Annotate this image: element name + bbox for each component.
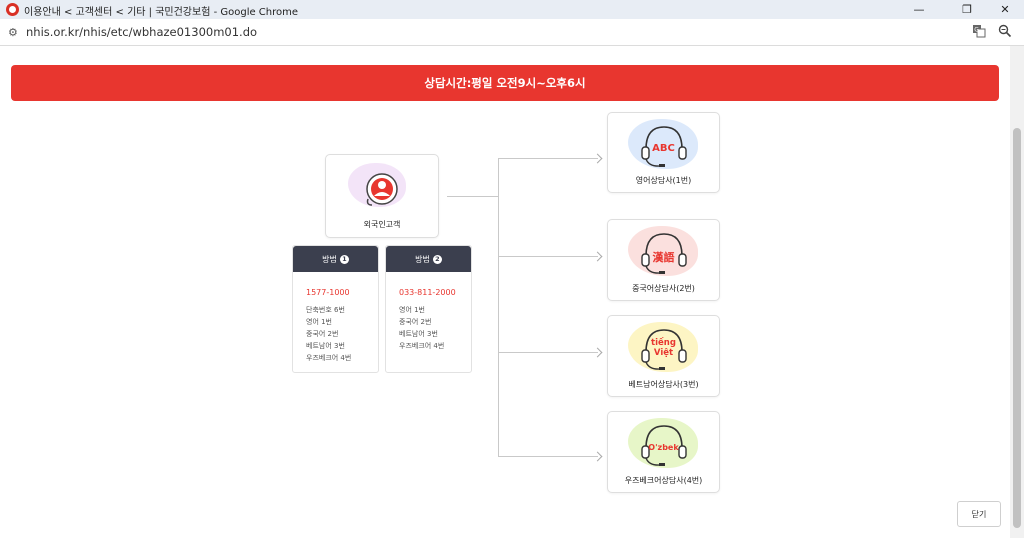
english-badge: ABC [652,143,675,154]
customer-phone-icon [366,173,398,206]
scrollbar-thumb[interactable] [1013,128,1021,528]
list-item: 중국어 2번 [306,330,339,338]
method-2-card: 방법 2 033-811-2000 영어 1번 중국어 2번 베트남어 3번 우즈… [385,245,472,373]
method-1-options: 단축번호 6번 영어 1번 중국어 2번 베트남어 3번 우즈베크어 4번 [306,304,378,364]
customer-label: 외국인고객 [363,220,401,229]
page-content: 상담시간:평일 오전9시~오후6시 외국인고객 방법 1 1577-1000 단축… [0,46,1010,538]
list-item: 우즈베크어 4번 [399,342,445,350]
customer-card: 외국인고객 [325,154,439,238]
uzbek-counselor-card: O'zbek 우즈베크어상담사(4번) [607,411,720,493]
arrow-icon [592,251,603,262]
restore-button[interactable]: ❐ [952,0,982,19]
list-item: 베트남어 3번 [399,330,438,338]
vietnamese-badge-line1: tiếng [651,338,676,348]
method-1-header: 방법 1 [293,246,378,272]
method-1-card: 방법 1 1577-1000 단축번호 6번 영어 1번 중국어 2번 베트남어 … [292,245,379,373]
vietnamese-counselor-label: 베트남어상담사(3번) [628,380,699,389]
method-2-label: 방법 [415,254,430,264]
arrow-icon [592,347,603,358]
nhis-logo-icon [6,3,19,16]
method-2-header: 방법 2 [386,246,471,272]
list-item: 단축번호 6번 [306,306,345,314]
consultation-hours-banner: 상담시간:평일 오전9시~오후6시 [11,65,999,101]
vietnamese-badge-line2: Việt [653,348,674,358]
zoom-icon[interactable] [998,24,1012,41]
window-title: 이용안내 < 고객센터 < 기타 | 국민건강보험 - Google Chrom… [24,7,299,18]
vietnamese-counselor-card: tiếng Việt 베트남어상담사(3번) [607,315,720,397]
chinese-counselor-card: 漢語 중국어상담사(2번) [607,219,720,301]
svg-text:G: G [974,27,979,34]
address-bar: ⚙ nhis.or.kr/nhis/etc/wbhaze01300m01.do … [0,19,1024,46]
method-1-phone: 1577-1000 [306,288,350,297]
vietnamese-badge: tiếng Việt [608,338,719,358]
close-button[interactable]: 닫기 [957,501,1001,527]
list-item: 영어 1번 [306,318,332,326]
translate-icon[interactable]: G [972,24,986,41]
list-item: 베트남어 3번 [306,342,345,350]
list-item: 영어 1번 [399,306,425,314]
connector-2 [498,256,598,257]
method-2-number: 2 [432,254,442,264]
chinese-badge: 漢語 [652,251,675,264]
arrow-icon [592,153,603,164]
connector-vertical [498,158,499,456]
connector-4 [498,456,598,457]
english-counselor-label: 영어상담사(1번) [635,176,692,185]
uzbek-counselor-label: 우즈베크어상담사(4번) [624,476,703,485]
method-1-label: 방법 [322,254,337,264]
close-window-button[interactable]: ✕ [990,0,1020,19]
method-2-phone: 033-811-2000 [399,288,456,297]
method-1-number: 1 [339,254,349,264]
method-2-options: 영어 1번 중국어 2번 베트남어 3번 우즈베크어 4번 [399,304,471,352]
list-item: 우즈베크어 4번 [306,354,352,362]
connector-1 [498,158,598,159]
chinese-counselor-label: 중국어상담사(2번) [632,284,695,293]
arrow-icon [592,451,603,462]
list-item: 중국어 2번 [399,318,432,326]
minimize-button[interactable]: — [904,0,934,19]
url-field[interactable]: nhis.or.kr/nhis/etc/wbhaze01300m01.do [26,25,257,39]
vertical-scrollbar[interactable] [1010,46,1024,538]
english-counselor-card: ABC 영어상담사(1번) [607,112,720,193]
connector-main [447,196,499,197]
site-info-icon[interactable]: ⚙ [8,26,18,39]
connector-3 [498,352,598,353]
browser-title-bar: 이용안내 < 고객센터 < 기타 | 국민건강보험 - Google Chrom… [0,0,1024,19]
uzbek-badge: O'zbek [648,443,679,452]
